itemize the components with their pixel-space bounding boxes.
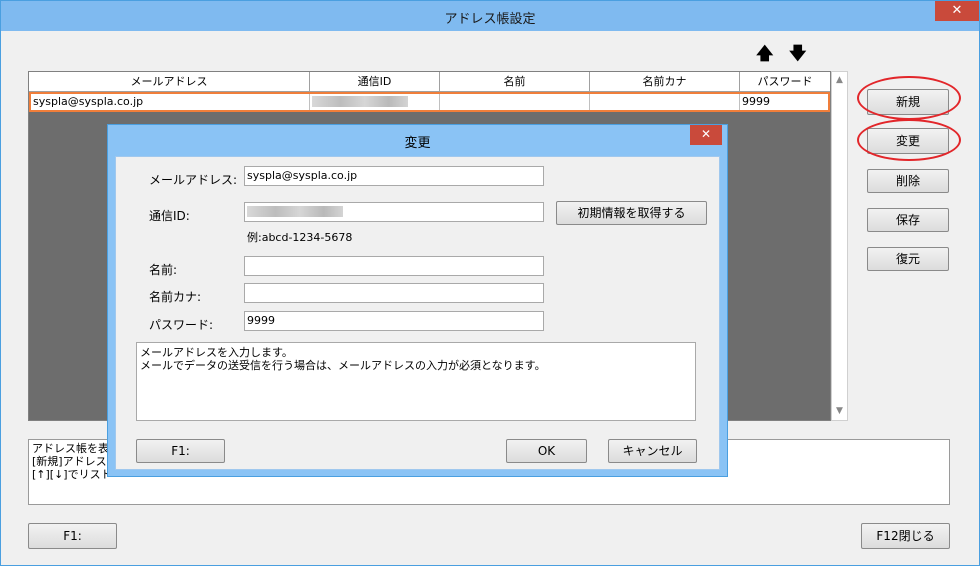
- description-box: メールアドレスを入力します。 メールでデータの送受信を行う場合は、メールアドレス…: [136, 342, 696, 421]
- highlight-circle-new: [857, 76, 961, 120]
- address-book-window: アドレス帳設定 ✕ 🡅 🡇 メールアドレス 通信ID 名前 名前カナ パスワード…: [0, 0, 980, 566]
- comm-id-example: 例:abcd-1234-5678: [247, 231, 353, 244]
- grid-header: メールアドレス 通信ID 名前 名前カナ パスワード: [29, 72, 830, 92]
- column-name[interactable]: 名前: [440, 72, 590, 92]
- description-line-1: メールアドレスを入力します。: [140, 346, 293, 359]
- kana-label: 名前カナ:: [149, 290, 202, 304]
- window-title: アドレス帳設定: [444, 12, 536, 27]
- delete-button[interactable]: 削除: [867, 169, 949, 193]
- name-label: 名前:: [149, 263, 178, 277]
- cell-comm-id: [310, 94, 440, 110]
- cell-kana: [590, 94, 740, 110]
- cell-email: syspla@syspla.co.jp: [31, 94, 310, 110]
- dialog-title: 変更: [404, 136, 431, 151]
- dialog-f1-button[interactable]: F1:: [136, 439, 225, 463]
- f1-button[interactable]: F1:: [28, 523, 117, 549]
- change-dialog: 変更 ✕ メールアドレス: syspla@syspla.co.jp 通信ID: …: [107, 124, 728, 477]
- dialog-body: メールアドレス: syspla@syspla.co.jp 通信ID: 初期情報を…: [115, 156, 720, 470]
- title-bar: アドレス帳設定 ✕: [1, 1, 979, 31]
- redacted-comm-id: [312, 96, 408, 107]
- column-kana[interactable]: 名前カナ: [590, 72, 740, 92]
- name-field[interactable]: [244, 256, 544, 276]
- scroll-up-icon[interactable]: ▲: [832, 72, 847, 89]
- restore-button[interactable]: 復元: [867, 247, 949, 271]
- comm-id-label: 通信ID:: [149, 209, 190, 223]
- highlight-circle-change: [857, 119, 961, 161]
- column-email[interactable]: メールアドレス: [29, 72, 310, 92]
- grid-scrollbar[interactable]: ▲ ▼: [831, 71, 848, 421]
- cell-password: 9999: [742, 95, 770, 108]
- move-up-icon[interactable]: 🡅: [756, 41, 773, 70]
- ok-button[interactable]: OK: [506, 439, 587, 463]
- table-row[interactable]: syspla@syspla.co.jp 9999: [29, 92, 830, 112]
- kana-field[interactable]: [244, 283, 544, 303]
- dialog-close-icon[interactable]: ✕: [690, 125, 722, 145]
- password-label: パスワード:: [149, 318, 214, 332]
- password-field[interactable]: 9999: [244, 311, 544, 331]
- fetch-initial-info-button[interactable]: 初期情報を取得する: [556, 201, 707, 225]
- redacted-comm-id-value: [247, 206, 343, 217]
- comm-id-field[interactable]: [244, 202, 544, 222]
- scroll-down-icon[interactable]: ▼: [832, 403, 847, 420]
- email-label: メールアドレス:: [149, 173, 238, 187]
- email-field[interactable]: syspla@syspla.co.jp: [244, 166, 544, 186]
- close-icon[interactable]: ✕: [935, 1, 979, 21]
- cell-name: [440, 94, 590, 110]
- move-down-icon[interactable]: 🡇: [789, 41, 806, 70]
- f12-close-button[interactable]: F12閉じる: [861, 523, 950, 549]
- column-comm-id[interactable]: 通信ID: [310, 72, 440, 92]
- save-button[interactable]: 保存: [867, 208, 949, 232]
- column-password[interactable]: パスワード: [740, 72, 830, 92]
- cancel-button[interactable]: キャンセル: [608, 439, 697, 463]
- description-line-2: メールでデータの送受信を行う場合は、メールアドレスの入力が必須となります。: [140, 359, 546, 372]
